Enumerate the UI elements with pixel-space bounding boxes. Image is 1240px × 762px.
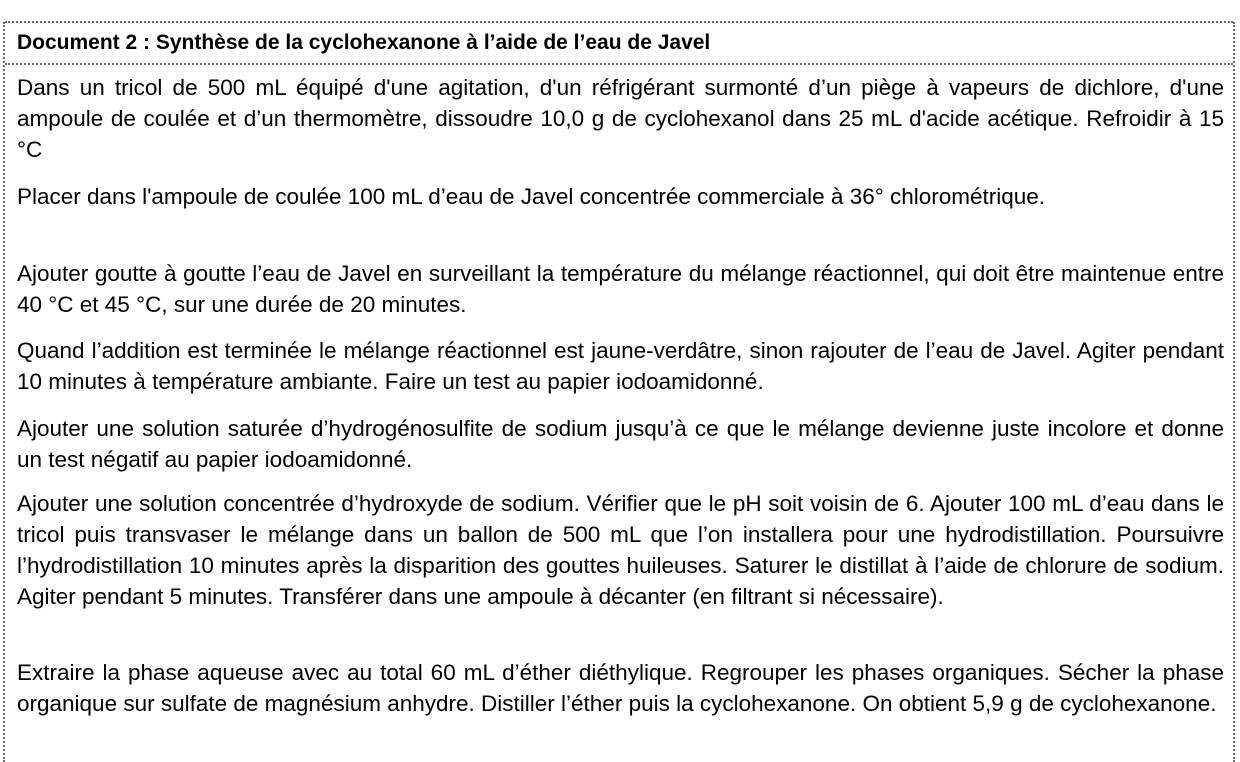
- top-border: [5, 21, 1233, 23]
- paragraph-6: Ajouter une solution concentrée d’hydrox…: [17, 491, 1224, 609]
- paragraph-5: Ajouter une solution saturée d’hydrogéno…: [17, 416, 1224, 472]
- paragraph-4: Quand l’addition est terminée le mélange…: [17, 338, 1224, 394]
- paragraph-7: Extraire la phase aqueuse avec au total …: [17, 660, 1224, 716]
- document-title: Document 2 : Synthèse de la cyclohexanon…: [17, 31, 711, 54]
- paragraph-1: Dans un tricol de 500 mL équipé d'une ag…: [17, 75, 1224, 162]
- title-separator: [5, 63, 1233, 65]
- paragraph-3: Ajouter goutte à goutte l’eau de Javel e…: [17, 261, 1224, 317]
- paragraph-2: Placer dans l'ampoule de coulée 100 mL d…: [17, 184, 1046, 209]
